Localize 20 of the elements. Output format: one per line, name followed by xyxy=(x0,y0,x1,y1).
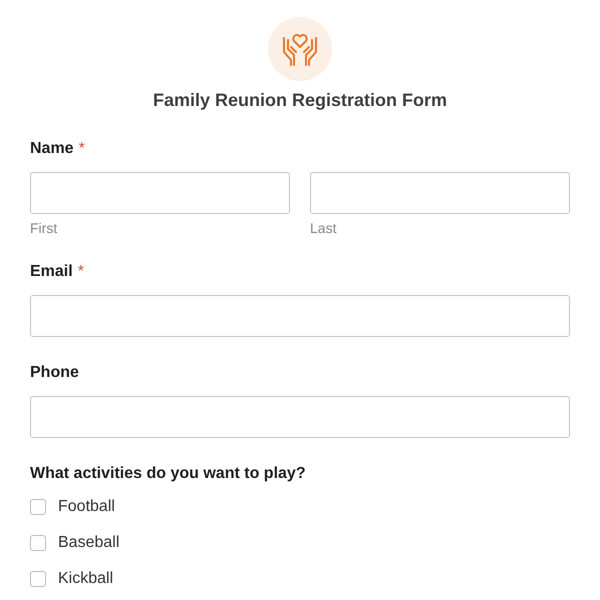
required-mark: * xyxy=(78,140,85,158)
field-label: Phone xyxy=(30,364,79,382)
field-label: Email xyxy=(30,263,73,281)
form-title: Family Reunion Registration Form xyxy=(152,90,448,111)
text-field[interactable] xyxy=(30,396,570,438)
text-field[interactable] xyxy=(30,295,570,337)
text-field[interactable] xyxy=(310,172,570,214)
text-field[interactable] xyxy=(30,172,290,214)
hands-heart-icon xyxy=(280,32,320,66)
field-label: What activities do you want to play? xyxy=(30,465,306,483)
option-label: Baseball xyxy=(58,534,120,552)
field-sublabel: Last xyxy=(310,220,338,236)
required-mark: * xyxy=(78,263,84,281)
option-label: Football xyxy=(58,498,115,516)
checkbox[interactable] xyxy=(30,498,46,514)
checkbox[interactable] xyxy=(30,570,46,586)
option-label: Kickball xyxy=(58,570,114,588)
field-label: Name xyxy=(30,140,74,158)
checkbox[interactable] xyxy=(30,534,46,550)
field-sublabel: First xyxy=(30,220,58,236)
